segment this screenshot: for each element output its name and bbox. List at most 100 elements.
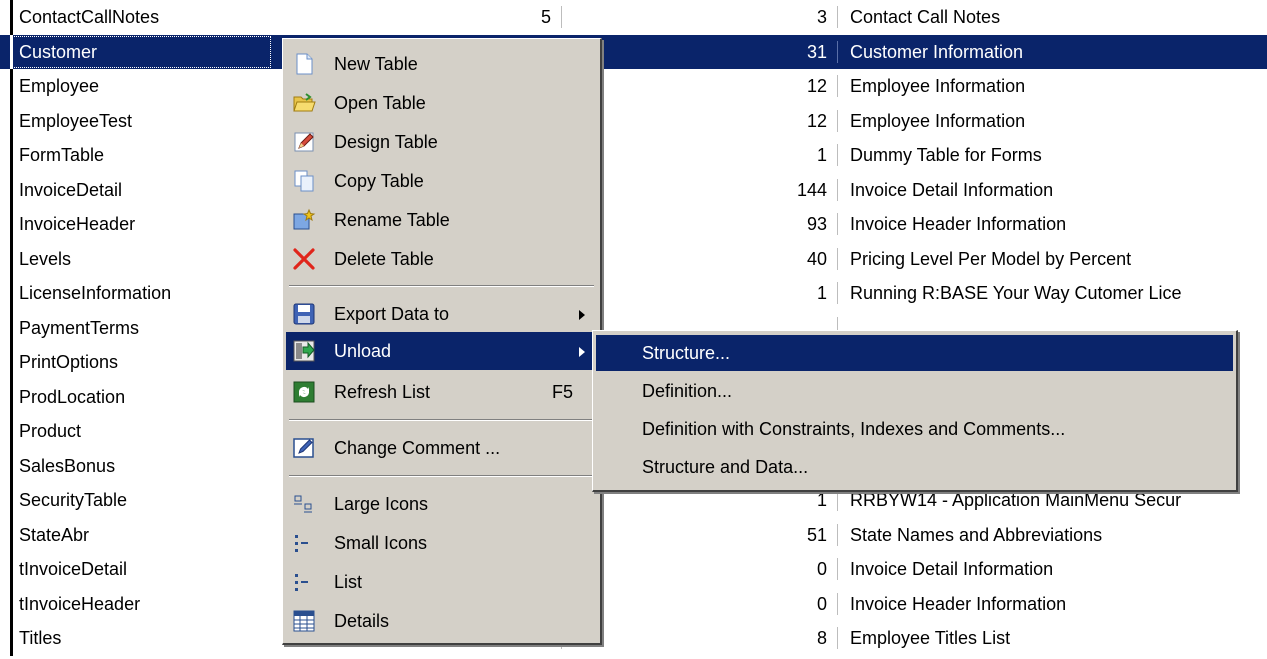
structure-label: Structure... [642, 343, 731, 363]
refresh-list-label: Refresh List [334, 382, 431, 402]
column-separator [837, 523, 838, 546]
new-table-label: New Table [334, 54, 418, 74]
large-icons-label: Large Icons [334, 494, 429, 514]
table-row[interactable]: InvoiceHeader 93 Invoice Header Informatio… [0, 207, 1267, 242]
description-cell: Employee Information [850, 110, 1026, 131]
table-row[interactable]: LicenseInformation 1 Running R:BASE Your W… [0, 276, 1267, 311]
definition-label: Definition... [642, 381, 733, 401]
menu-item-export-data[interactable]: Export Data to [286, 295, 597, 333]
table-row[interactable]: InvoiceDetail 144 Invoice Detail Informati… [0, 172, 1267, 207]
floppy-disk-icon [293, 303, 315, 325]
submenu-item-definition-full[interactable]: Definition with Constraints, Indexes and… [596, 411, 1233, 447]
column-separator [837, 109, 838, 132]
small-icons-view-icon [295, 535, 308, 552]
menu-item-details[interactable]: Details [286, 602, 597, 640]
description-cell: Invoice Detail Information [850, 179, 1054, 200]
menu-item-change-comment[interactable]: Change Comment ... [286, 429, 597, 467]
table-row[interactable]: EmployeeTest 12 Employee Information [0, 103, 1267, 138]
list-view-icon [295, 574, 308, 591]
refresh-icon [293, 381, 315, 403]
table-row[interactable]: Employee 12 Employee Information [0, 69, 1267, 104]
description-cell: Invoice Header Information [850, 214, 1067, 234]
row-count-cell: 144 [796, 179, 827, 200]
description-cell: Pricing Level Per Model by Percent [850, 248, 1132, 269]
table-name-cell: SalesBonus [10, 448, 272, 483]
menu-item-delete-table[interactable]: Delete Table [286, 240, 597, 278]
column-separator [837, 558, 838, 580]
design-table-label: Design Table [334, 132, 438, 152]
rename-table-label: Rename Table [334, 210, 450, 230]
submenu-item-definition[interactable]: Definition... [596, 373, 1233, 409]
submenu-item-structure[interactable]: Structure... [596, 335, 1233, 371]
table-name-cell: tInvoiceHeader [10, 586, 272, 621]
menu-item-new-table[interactable]: New Table [286, 45, 597, 83]
comment-edit-icon [293, 438, 314, 458]
table-row[interactable]: tInvoiceHeader 0 Invoice Header Informatio… [0, 586, 1267, 621]
menu-item-list[interactable]: List [286, 563, 597, 601]
table-row[interactable]: Customer 31 Customer Information [0, 34, 1267, 69]
new-table-icon [296, 53, 313, 75]
description-cell: Employee Titles List [850, 628, 1011, 648]
description-cell: Invoice Header Information [850, 593, 1067, 614]
table-name-cell: PrintOptions [10, 345, 272, 380]
column-separator [837, 6, 838, 28]
large-icons-view-icon [294, 495, 312, 513]
row-count-cell: 12 [806, 110, 827, 131]
row-count-cell: 93 [806, 214, 827, 234]
row-count-cell: 1 [816, 145, 827, 165]
change-comment-label: Change Comment ... [334, 438, 501, 458]
context-menu: New Table Open Table Design Table Copy T… [282, 38, 602, 645]
delete-table-label: Delete Table [334, 249, 434, 269]
row-count-cell: 51 [806, 524, 827, 545]
table-name-cell: ProdLocation [10, 379, 272, 414]
menu-item-copy-table[interactable]: Copy Table [286, 162, 597, 200]
list-label: List [334, 572, 363, 592]
table-row[interactable]: StateAbr 51 State Names and Abbreviations [0, 517, 1267, 552]
menu-item-large-icons[interactable]: Large Icons [286, 485, 597, 523]
row-count-cell: 0 [816, 593, 827, 614]
table-row[interactable]: FormTable 1 Dummy Table for Forms [0, 138, 1267, 173]
row-count-cell: 8 [816, 628, 827, 648]
row-count-cell: 40 [806, 248, 827, 269]
table-row[interactable]: ContactCallNotes 5 3 Contact Call Notes [0, 0, 1267, 35]
table-row[interactable]: tInvoiceDetail 0 Invoice Detail Informatio… [0, 552, 1267, 587]
description-cell: State Names and Abbreviations [850, 524, 1103, 545]
details-label: Details [334, 611, 390, 631]
open-folder-icon [293, 93, 316, 112]
column-separator [837, 282, 838, 304]
column-separator [837, 489, 838, 511]
column-separator [837, 213, 838, 235]
table-name-cell: InvoiceHeader [10, 207, 272, 242]
description-cell: Invoice Detail Information [850, 559, 1054, 579]
description-cell: Employee Information [850, 76, 1026, 96]
table-name-cell: Employee [10, 69, 272, 104]
column-separator [837, 144, 838, 166]
menu-item-rename-table[interactable]: Rename Table [286, 201, 597, 239]
open-table-label: Open Table [334, 93, 426, 113]
description-cell: Dummy Table for Forms [850, 145, 1042, 165]
table-name-cell: Titles [10, 621, 272, 656]
submenu-item-structure-and-data[interactable]: Structure and Data... [596, 449, 1233, 485]
rename-icon [293, 208, 316, 230]
table-name-cell: FormTable [10, 138, 272, 173]
table-name-cell: LicenseInformation [10, 276, 272, 311]
menu-item-open-table[interactable]: Open Table [286, 84, 597, 122]
menu-item-small-icons[interactable]: Small Icons [286, 524, 597, 562]
menu-item-unload[interactable]: Unload [286, 332, 597, 370]
column-separator [837, 247, 838, 270]
copy-icon [294, 170, 314, 192]
menu-item-refresh-list[interactable]: Refresh List F5 [286, 373, 597, 411]
menu-divider [289, 285, 594, 287]
unload-submenu: Structure... Definition... Definition wi… [592, 330, 1238, 492]
row-count-cell: 0 [816, 559, 827, 579]
table-row[interactable]: Titles28Employee Titles List [0, 621, 1267, 656]
table-name-cell: InvoiceDetail [10, 172, 272, 207]
submenu-arrow-icon [579, 347, 585, 357]
table-row[interactable]: Levels 40 Pricing Level Per Model by Perce… [0, 241, 1267, 276]
menu-item-design-table[interactable]: Design Table [286, 123, 597, 161]
structure-and-data-label: Structure and Data... [642, 457, 809, 477]
description-cell: Contact Call Notes [850, 7, 1001, 27]
table-name-cell: Customer [10, 34, 272, 69]
details-view-icon [293, 610, 315, 632]
delete-x-icon [293, 248, 315, 270]
